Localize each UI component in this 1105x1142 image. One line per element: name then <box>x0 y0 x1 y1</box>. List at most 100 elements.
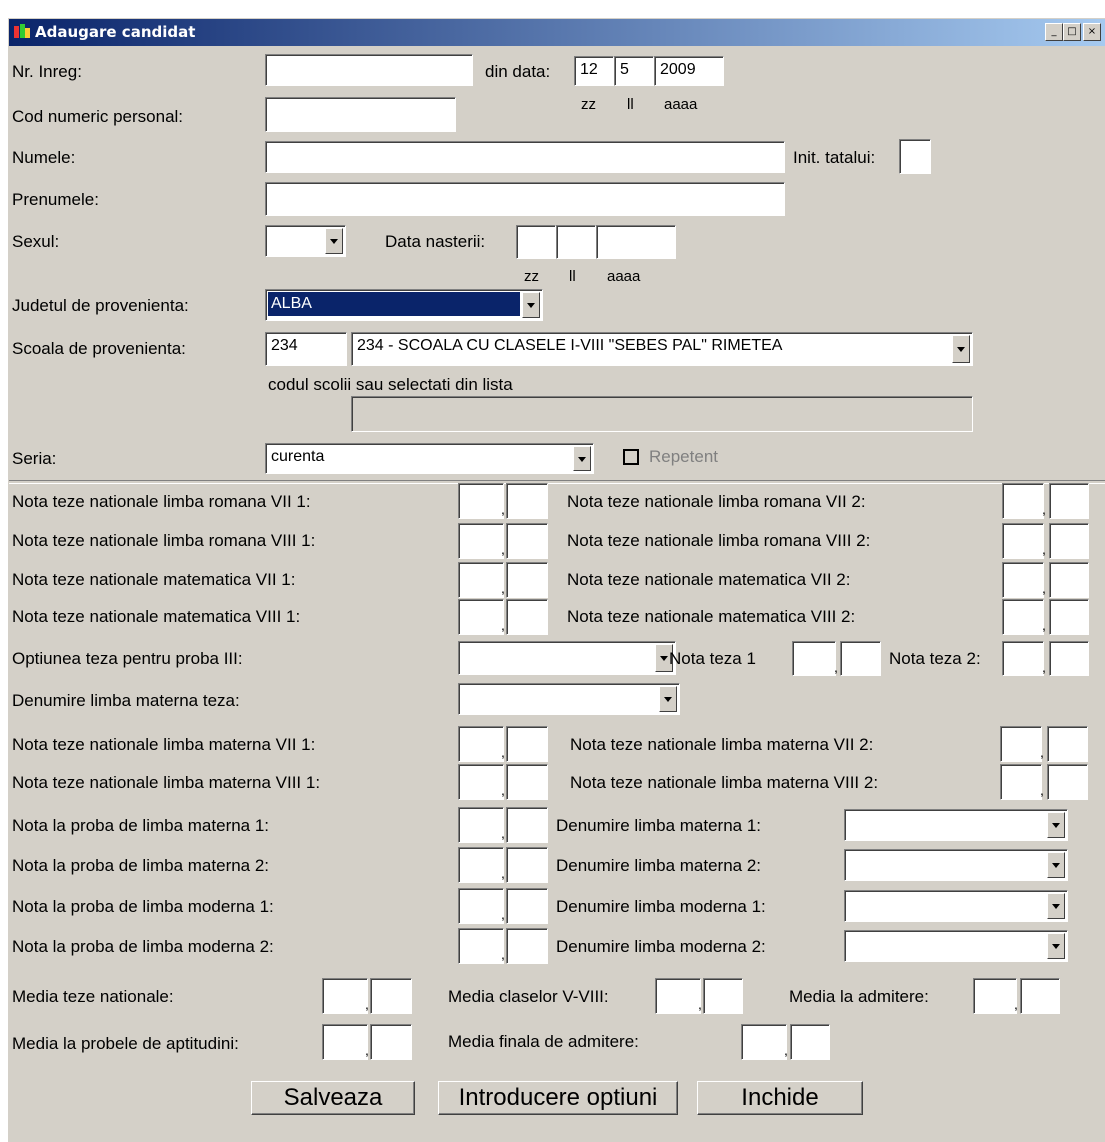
seria-select[interactable]: curenta <box>265 443 594 474</box>
chevron-down-icon[interactable] <box>573 446 591 471</box>
decimal-separator: , <box>1042 580 1046 596</box>
denumire-lmod1-label: Denumire limba moderna 1: <box>556 897 766 916</box>
sexul-label: Sexul: <box>12 232 60 251</box>
save-button[interactable]: Salveaza <box>251 1081 415 1115</box>
nota-lm-viii-2-int[interactable] <box>1000 764 1042 800</box>
nota-romana-vii-1-dec[interactable] <box>506 483 548 519</box>
nota-mate-viii-1-label: Nota teze nationale matematica VIII 1: <box>12 607 301 626</box>
media-teze-int[interactable] <box>322 978 368 1014</box>
denumire-lmod2-select[interactable] <box>844 930 1068 962</box>
scoala-select[interactable]: 234 - SCOALA CU CLASELE I-VIII "SEBES PA… <box>351 332 973 366</box>
media-aptitudini-int[interactable] <box>322 1024 368 1060</box>
nota-proba-lmod2-int[interactable] <box>458 928 504 964</box>
nota-proba-lmod1-int[interactable] <box>458 888 504 924</box>
birth-year-input[interactable] <box>596 225 676 259</box>
nota-proba-lm1-dec[interactable] <box>506 807 548 843</box>
nota-romana-vii-2-int[interactable] <box>1002 483 1044 519</box>
nota-lm-viii-1-int[interactable] <box>458 764 504 800</box>
sexul-select[interactable] <box>265 225 346 257</box>
nota-mate-vii-2-int[interactable] <box>1002 562 1044 598</box>
nota-mate-viii-1-dec[interactable] <box>506 599 548 635</box>
media-aptitudini-dec[interactable] <box>370 1024 412 1060</box>
nota-romana-viii-1-dec[interactable] <box>506 523 548 559</box>
media-finala-dec[interactable] <box>790 1024 830 1060</box>
denumire-lm1-select[interactable] <box>844 809 1068 841</box>
chevron-down-icon[interactable] <box>325 228 343 254</box>
optiunea-label: Optiunea teza pentru proba III: <box>12 649 243 668</box>
init-tatalui-input[interactable] <box>899 139 931 174</box>
decimal-separator: , <box>501 744 505 760</box>
date-day-input[interactable]: 12 <box>574 56 614 86</box>
media-finala-int[interactable] <box>741 1024 787 1060</box>
nota-romana-viii-1-label: Nota teze nationale limba romana VIII 1: <box>12 531 316 550</box>
denumire-lmod1-select[interactable] <box>844 890 1068 922</box>
introducere-optiuni-button[interactable]: Introducere optiuni <box>438 1081 678 1115</box>
nota-mate-viii-1-int[interactable] <box>458 599 504 635</box>
prenumele-input[interactable] <box>265 182 785 216</box>
nota-proba-lm1-int[interactable] <box>458 807 504 843</box>
scoala-code-input[interactable]: 234 <box>265 332 347 366</box>
chevron-down-icon[interactable] <box>1047 852 1065 878</box>
minimize-button[interactable]: _ <box>1045 23 1063 41</box>
inchide-button[interactable]: Inchide <box>697 1081 863 1115</box>
nota-proba-lmod1-dec[interactable] <box>506 888 548 924</box>
media-finala-label: Media finala de admitere: <box>448 1032 639 1051</box>
chevron-down-icon[interactable] <box>952 335 970 363</box>
nota-romana-vii-2-dec[interactable] <box>1049 483 1089 519</box>
birth-hint-year: aaaa <box>607 268 641 285</box>
judet-select[interactable]: ALBA <box>265 289 543 321</box>
nota-proba-lm2-int[interactable] <box>458 847 504 883</box>
repetent-checkbox[interactable] <box>623 449 639 465</box>
media-clase-int[interactable] <box>655 978 701 1014</box>
denumire-lm2-label: Denumire limba materna 2: <box>556 856 762 875</box>
nota-lm-vii-1-dec[interactable] <box>506 726 548 762</box>
title-bar[interactable]: Adaugare candidat _ □ × <box>9 19 1105 46</box>
nota-romana-viii-2-int[interactable] <box>1002 523 1044 559</box>
media-admitere-dec[interactable] <box>1020 978 1060 1014</box>
birth-month-input[interactable] <box>556 225 596 259</box>
nota-mate-vii-1-int[interactable] <box>458 562 504 598</box>
nota-teza1-dec[interactable] <box>840 641 881 676</box>
chevron-down-icon[interactable] <box>1047 893 1065 919</box>
denumire-lm2-select[interactable] <box>844 849 1068 881</box>
nota-teza2-int[interactable] <box>1002 641 1044 676</box>
nota-romana-vii-1-int[interactable] <box>458 483 504 519</box>
date-year-input[interactable]: 2009 <box>654 56 724 86</box>
maximize-button[interactable]: □ <box>1063 23 1081 41</box>
chevron-down-icon[interactable] <box>1047 933 1065 959</box>
chevron-down-icon[interactable] <box>1047 812 1065 838</box>
media-teze-dec[interactable] <box>370 978 412 1014</box>
nota-mate-viii-2-dec[interactable] <box>1049 599 1089 635</box>
nota-teza2-dec[interactable] <box>1049 641 1089 676</box>
decimal-separator: , <box>1040 782 1044 798</box>
cnp-input[interactable] <box>265 97 456 132</box>
nota-proba-lmod1-label: Nota la proba de limba moderna 1: <box>12 897 274 916</box>
nota-lm-vii-1-int[interactable] <box>458 726 504 762</box>
nr-inreg-input[interactable] <box>265 54 473 86</box>
numele-input[interactable] <box>265 141 785 173</box>
nota-lm-viii-2-dec[interactable] <box>1047 764 1088 800</box>
chevron-down-icon[interactable] <box>659 686 677 712</box>
nr-inreg-label: Nr. Inreg: <box>12 62 82 81</box>
media-clase-dec[interactable] <box>703 978 743 1014</box>
nota-lm-viii-1-label: Nota teze nationale limba materna VIII 1… <box>12 773 321 792</box>
denumire-lm-teza-select[interactable] <box>458 683 680 715</box>
chevron-down-icon[interactable] <box>522 292 540 318</box>
nota-mate-viii-2-int[interactable] <box>1002 599 1044 635</box>
nota-teza1-int[interactable] <box>792 641 836 676</box>
date-month-input[interactable]: 5 <box>614 56 654 86</box>
close-window-button[interactable]: × <box>1083 23 1101 41</box>
nota-mate-vii-1-dec[interactable] <box>506 562 548 598</box>
optiunea-select[interactable] <box>458 641 676 675</box>
nota-romana-viii-2-dec[interactable] <box>1049 523 1089 559</box>
nota-proba-lmod2-dec[interactable] <box>506 928 548 964</box>
nota-proba-lm2-dec[interactable] <box>506 847 548 883</box>
nota-lm-viii-1-dec[interactable] <box>506 764 548 800</box>
decimal-separator: , <box>698 996 702 1012</box>
media-admitere-int[interactable] <box>973 978 1017 1014</box>
nota-mate-vii-2-dec[interactable] <box>1049 562 1089 598</box>
nota-lm-vii-2-int[interactable] <box>1000 726 1042 762</box>
birth-day-input[interactable] <box>516 225 556 259</box>
nota-romana-viii-1-int[interactable] <box>458 523 504 559</box>
nota-lm-vii-2-dec[interactable] <box>1047 726 1088 762</box>
